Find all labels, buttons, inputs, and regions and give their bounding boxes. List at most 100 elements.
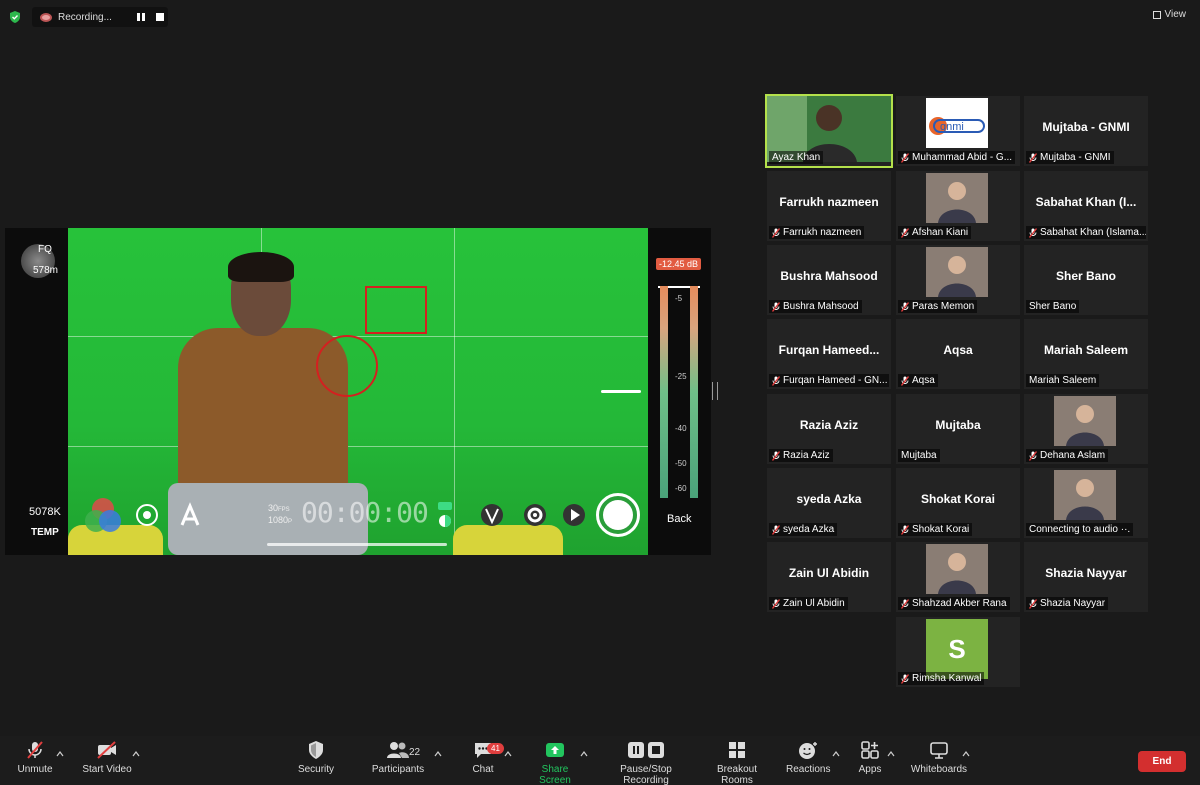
back-button[interactable]: Back bbox=[667, 513, 691, 525]
format-readout[interactable]: 30FPS 1080P bbox=[268, 503, 292, 527]
participant-tile[interactable]: Furqan Hameed... Furqan Hameed - GN... bbox=[767, 319, 891, 389]
participant-tile[interactable]: syeda Azka syeda Azka bbox=[767, 468, 891, 538]
participant-name-label: Mujtaba bbox=[898, 449, 940, 462]
record-button[interactable] bbox=[596, 493, 640, 537]
share-screen-button[interactable]: Share Screen bbox=[526, 740, 584, 785]
participant-tile[interactable]: Afshan Kiani bbox=[896, 171, 1020, 241]
participant-tile[interactable]: Shazia Nayyar Shazia Nayyar bbox=[1024, 542, 1148, 612]
smiley-icon bbox=[799, 742, 817, 759]
focus-value: 578m bbox=[33, 265, 59, 276]
participant-display-name: Sher Bano bbox=[1055, 269, 1116, 283]
recording-indicator: Recording... bbox=[32, 7, 168, 27]
record-timer: 00:00:00 bbox=[301, 496, 429, 529]
participant-name-label: Ayaz Khan bbox=[769, 151, 824, 164]
chevron-up-icon[interactable] bbox=[56, 750, 64, 758]
chevron-up-icon[interactable] bbox=[580, 750, 588, 758]
focus-box[interactable] bbox=[365, 286, 427, 334]
participant-tile[interactable]: Mujtaba - GNMI Mujtaba - GNMI bbox=[1024, 96, 1148, 166]
resolution-unit: P bbox=[288, 519, 293, 525]
pause-stop-icon bbox=[628, 742, 664, 758]
participant-tile[interactable]: Razia Aziz Razia Aziz bbox=[767, 394, 891, 464]
stop-recording-icon[interactable] bbox=[156, 13, 164, 21]
participant-tile[interactable]: Connecting to audio ··. bbox=[1024, 468, 1148, 538]
focus-label: FQ bbox=[38, 244, 52, 255]
whiteboard-icon bbox=[930, 742, 948, 759]
participant-tile[interactable]: gnmi Muhammad Abid - G... bbox=[896, 96, 1020, 166]
participant-name-label: Connecting to audio ··. bbox=[1026, 523, 1134, 536]
participant-label-text: Bushra Mahsood bbox=[783, 301, 859, 312]
participant-tile[interactable]: Farrukh nazmeen Farrukh nazmeen bbox=[767, 171, 891, 241]
participant-tile[interactable]: Bushra Mahsood Bushra Mahsood bbox=[767, 245, 891, 315]
mic-muted-icon bbox=[900, 301, 910, 312]
scrub-bar[interactable] bbox=[267, 543, 447, 546]
participant-tile[interactable]: Dehana Aslam bbox=[1024, 394, 1148, 464]
participant-tile[interactable]: Sher Bano Sher Bano bbox=[1024, 245, 1148, 315]
chevron-up-icon[interactable] bbox=[887, 750, 895, 758]
participants-label: Participants bbox=[371, 764, 425, 775]
participant-tile[interactable]: Paras Memon bbox=[896, 245, 1020, 315]
resolution-value: 1080 bbox=[268, 515, 289, 525]
participant-display-name: syeda Azka bbox=[796, 492, 862, 506]
start-video-label: Start Video bbox=[82, 764, 132, 775]
participants-icon bbox=[387, 742, 409, 758]
participant-tile[interactable]: S Rimsha Kanwal bbox=[896, 617, 1020, 687]
start-video-button[interactable]: Start Video bbox=[82, 740, 132, 775]
storage-icon[interactable] bbox=[430, 500, 460, 530]
filter-triangle-icon[interactable] bbox=[477, 500, 507, 530]
mic-off-icon bbox=[27, 741, 43, 759]
whiteboards-button[interactable]: Whiteboards bbox=[910, 740, 968, 775]
participant-label-text: Farrukh nazmeen bbox=[783, 227, 862, 238]
reactions-button[interactable]: Reactions bbox=[786, 740, 830, 775]
pause-stop-recording-button[interactable]: Pause/Stop Recording bbox=[599, 740, 693, 785]
participant-tile[interactable]: Mujtaba Mujtaba bbox=[896, 394, 1020, 464]
color-filter-icon[interactable] bbox=[82, 494, 124, 536]
participant-display-name: Shazia Nayyar bbox=[1045, 566, 1127, 580]
apps-button[interactable]: Apps bbox=[856, 740, 884, 775]
share-screen-label: Share Screen bbox=[539, 764, 571, 785]
white-balance-value: 5078K bbox=[29, 506, 61, 518]
chevron-up-icon[interactable] bbox=[132, 750, 140, 758]
stabilizer-icon[interactable] bbox=[132, 500, 162, 530]
chat-label: Chat bbox=[472, 764, 494, 775]
participant-name-label: Mujtaba - GNMI bbox=[1026, 151, 1114, 164]
security-label: Security bbox=[297, 764, 335, 775]
chevron-up-icon[interactable] bbox=[962, 750, 970, 758]
participant-label-text: Dehana Aslam bbox=[1040, 450, 1106, 461]
chevron-up-icon[interactable] bbox=[504, 750, 512, 758]
whiteboards-label: Whiteboards bbox=[910, 764, 968, 775]
play-icon[interactable] bbox=[559, 500, 589, 530]
chevron-up-icon[interactable] bbox=[832, 750, 840, 758]
settings-gear-icon[interactable] bbox=[520, 500, 550, 530]
pause-recording-icon[interactable] bbox=[136, 12, 146, 22]
end-meeting-button[interactable]: End bbox=[1138, 751, 1186, 772]
participant-name-label: Sher Bano bbox=[1026, 300, 1080, 313]
participant-label-text: Zain Ul Abidin bbox=[783, 598, 845, 609]
participant-tile[interactable]: Sabahat Khan (I... Sabahat Khan (Islama..… bbox=[1024, 171, 1148, 241]
participant-tile[interactable]: Zain Ul Abidin Zain Ul Abidin bbox=[767, 542, 891, 612]
participant-label-text: Razia Aziz bbox=[783, 450, 830, 461]
unmute-button[interactable]: Unmute bbox=[14, 740, 56, 775]
participant-name-label: Rimsha Kanwal bbox=[898, 672, 985, 685]
participant-label-text: Paras Memon bbox=[912, 301, 975, 312]
participant-tile[interactable]: Shahzad Akber Rana bbox=[896, 542, 1020, 612]
security-button[interactable]: Security bbox=[296, 740, 336, 775]
panel-splitter[interactable] bbox=[712, 382, 718, 400]
mic-muted-icon bbox=[900, 524, 910, 535]
mic-muted-icon bbox=[771, 227, 781, 238]
view-button[interactable]: View bbox=[1152, 9, 1186, 20]
meeting-toolbar: Unmute Start Video Security Participants… bbox=[0, 736, 1200, 785]
participant-tile[interactable]: Shokat Korai Shokat Korai bbox=[896, 468, 1020, 538]
participant-display-name: Mujtaba - GNMI bbox=[1042, 120, 1130, 134]
auto-mode-icon[interactable] bbox=[175, 500, 205, 530]
security-shield-icon[interactable] bbox=[8, 10, 22, 24]
participant-display-name: Aqsa bbox=[943, 343, 973, 357]
mic-muted-icon bbox=[771, 375, 781, 386]
participant-tile[interactable]: Mariah Saleem Mariah Saleem bbox=[1024, 319, 1148, 389]
exposure-circle[interactable] bbox=[316, 335, 378, 397]
breakout-rooms-button[interactable]: Breakout Rooms bbox=[702, 740, 772, 785]
chevron-up-icon[interactable] bbox=[434, 750, 442, 758]
participant-tile[interactable]: Aqsa Aqsa bbox=[896, 319, 1020, 389]
participant-name-label: Razia Aziz bbox=[769, 449, 833, 462]
participant-tile[interactable]: Ayaz Khan bbox=[765, 94, 893, 168]
meter-tick: -60 bbox=[675, 484, 687, 493]
